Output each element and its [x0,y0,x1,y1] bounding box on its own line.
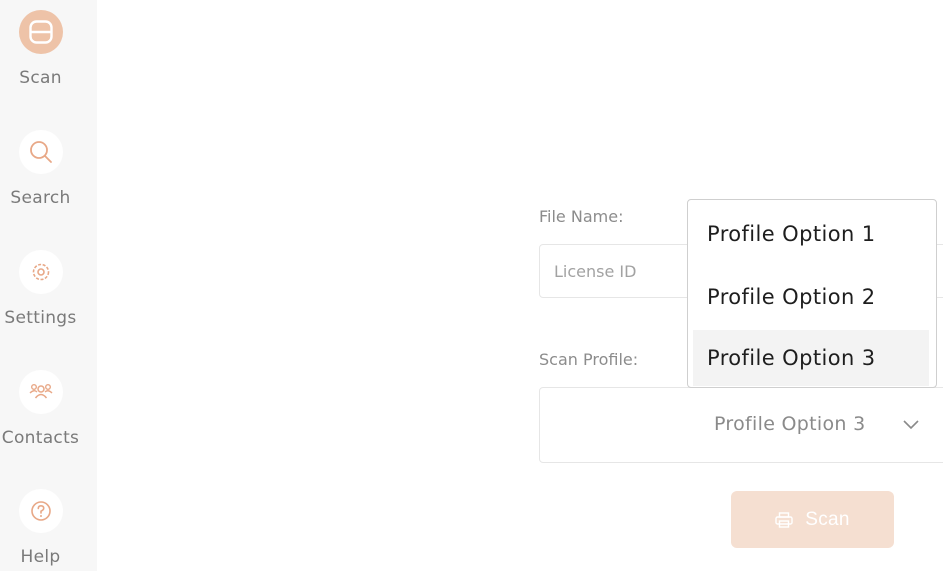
sidebar-item-scan[interactable]: Scan [0,10,81,88]
sidebar-item-label: Help [20,547,61,567]
scan-profile-value: Profile Option 3 [714,413,866,435]
printer-icon [775,511,793,528]
scan-button-label: Scan [805,508,850,530]
sidebar-item-contacts[interactable]: Contacts [0,370,81,448]
chevron-down-icon [903,420,919,430]
file-name-label: File Name: [539,207,624,226]
sidebar-item-settings[interactable]: Settings [0,250,81,328]
search-icon [18,130,63,174]
sidebar: Scan Search Settings Contacts Help [0,0,97,571]
sidebar-item-label: Contacts [1,428,80,448]
scan-button[interactable]: Scan [731,491,894,548]
scan-profile-select[interactable]: Profile Option 3 [539,387,943,463]
profile-dropdown: Profile Option 1 Profile Option 2 Profil… [687,199,937,388]
sidebar-item-label: Scan [19,68,62,88]
sidebar-item-label: Settings [4,308,77,328]
scan-profile-label: Scan Profile: [539,350,639,369]
dropdown-option-3[interactable]: Profile Option 3 [693,330,929,386]
dropdown-option-2[interactable]: Profile Option 2 [693,269,929,325]
sidebar-item-search[interactable]: Search [0,130,81,208]
sidebar-item-help[interactable]: Help [0,489,81,567]
contacts-icon [18,370,63,414]
sidebar-item-label: Search [10,188,71,208]
dropdown-option-1[interactable]: Profile Option 1 [693,206,929,262]
gear-icon [18,250,63,294]
scan-icon [18,10,63,54]
help-icon [18,489,63,533]
